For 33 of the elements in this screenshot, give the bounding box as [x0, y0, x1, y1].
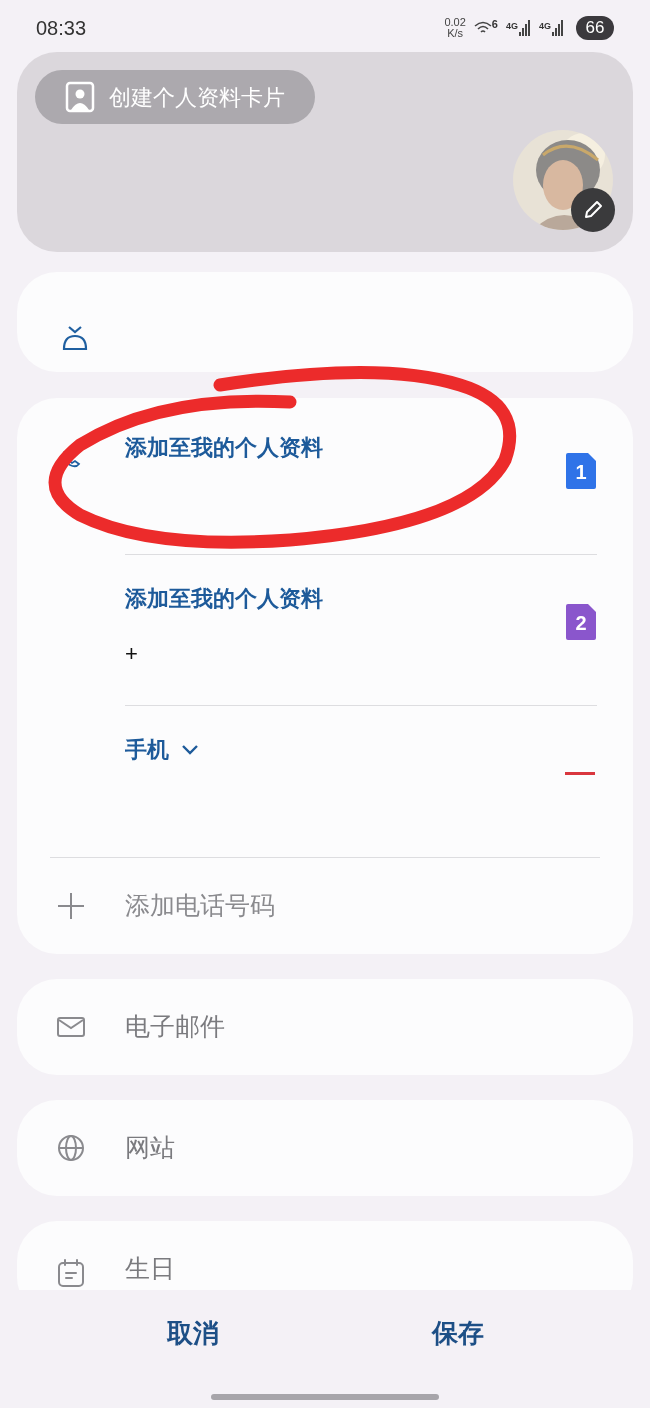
person-icon [61, 325, 89, 351]
phone-label: 添加至我的个人资料 [125, 433, 323, 462]
pencil-icon [582, 199, 604, 221]
net-speed: 0.02 [444, 17, 466, 28]
field-card[interactable]: 电子邮件 [17, 979, 633, 1075]
plus-icon[interactable] [56, 891, 86, 921]
network-type: 4G [505, 20, 518, 33]
cancel-button[interactable]: 取消 [150, 1314, 235, 1353]
field-label: 电子邮件 [125, 1011, 225, 1043]
phone-label[interactable]: 手机 [125, 733, 169, 766]
calendar-icon [57, 1258, 85, 1288]
phone-number: + [125, 639, 139, 663]
field-card[interactable]: 生日 [17, 1221, 633, 1290]
envelope-icon [56, 1015, 86, 1039]
add-phone-link[interactable]: 添加电话号码 [125, 887, 275, 925]
sim-icon: 2 [563, 603, 597, 641]
contact-card-icon [65, 81, 95, 113]
signal-icon [552, 20, 564, 36]
field-label: 生日 [125, 1253, 175, 1285]
battery-indicator: 66 [576, 16, 614, 40]
network-type: 4G [539, 20, 551, 33]
field-label: 网站 [125, 1132, 175, 1164]
net-speed-unit: K/s [447, 28, 464, 39]
chevron-down-icon[interactable] [181, 743, 199, 756]
phone-label: 添加至我的个人资料 [125, 584, 323, 613]
signal-icon [519, 20, 531, 36]
wifi-count-label: 6 [491, 16, 498, 32]
create-profile-card-button[interactable]: 创建个人资料卡片 [35, 70, 315, 124]
clock: 08:33 [36, 16, 87, 41]
save-button[interactable]: 保存 [415, 1314, 500, 1353]
globe-icon [57, 1134, 85, 1162]
field-card[interactable]: 网站 [17, 1100, 633, 1196]
sim-icon: 1 [563, 452, 597, 490]
